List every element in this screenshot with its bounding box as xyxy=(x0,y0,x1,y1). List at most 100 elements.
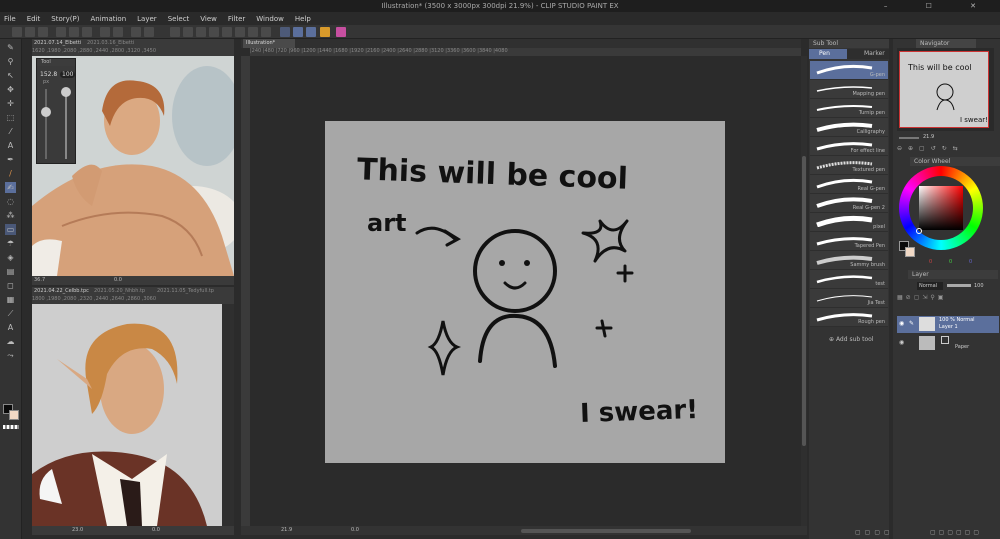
correct-line-icon[interactable]: ⤳ xyxy=(5,350,16,361)
navigator-buttons[interactable]: ⊖⊕▢↺↻⇆ xyxy=(897,145,997,153)
zoom-tool-icon[interactable]: ⚲ xyxy=(5,56,16,67)
snap-ruler-icon[interactable] xyxy=(280,27,290,37)
add-subtool-button[interactable]: ⊕ Add sub tool xyxy=(829,336,873,343)
subtool-item[interactable]: Calligraphy xyxy=(810,118,888,137)
menu-filter[interactable]: Filter xyxy=(228,15,245,23)
canvas-rotation[interactable]: 0.0 xyxy=(351,526,359,535)
saturation-square[interactable] xyxy=(919,186,963,230)
airbrush-icon[interactable]: ◌ xyxy=(5,196,16,207)
ref2-tab-1[interactable]: 2021.04.22_Celbb.tpc xyxy=(34,288,89,294)
canvas-hscroll-thumb[interactable] xyxy=(521,529,691,533)
window-controls[interactable]: – ☐ ✕ xyxy=(884,0,994,12)
brush-icon[interactable]: ✍ xyxy=(5,182,16,193)
move-tool-icon[interactable]: ↖ xyxy=(5,70,16,81)
ref2-tab-3[interactable]: 2021.11.05_Tedyfull.tp xyxy=(157,288,214,294)
selection-tool-icon[interactable]: ⬚ xyxy=(5,112,16,123)
undo-icon[interactable] xyxy=(131,27,141,37)
canvas-vscroll[interactable] xyxy=(801,56,807,526)
figure-icon[interactable]: ◻ xyxy=(5,280,16,291)
text-tool-icon[interactable]: A xyxy=(5,140,16,151)
menu-animation[interactable]: Animation xyxy=(90,15,126,23)
transparent-swatch[interactable] xyxy=(3,425,19,429)
subtool-item[interactable]: Real G-pen xyxy=(810,175,888,194)
menu-layer[interactable]: Layer xyxy=(137,15,157,23)
pencil-icon[interactable]: / xyxy=(5,168,16,179)
menu-view[interactable]: View xyxy=(200,15,217,23)
subtool-item[interactable]: Turnip pen xyxy=(810,99,888,118)
fill-tool-icon[interactable]: ◈ xyxy=(5,252,16,263)
sub-color-chip[interactable] xyxy=(905,247,915,257)
tab-pen[interactable]: Pen xyxy=(809,49,847,59)
subtool-item[interactable]: Jia Test xyxy=(810,289,888,308)
navigator-preview[interactable]: This will be cool I swear! xyxy=(897,48,994,131)
color-picker-handle[interactable] xyxy=(916,228,922,234)
invert-icon[interactable] xyxy=(222,27,232,37)
balloon-icon[interactable]: ☁ xyxy=(5,336,16,347)
eye-icon[interactable]: ◉ xyxy=(899,339,904,346)
navigator-zoom[interactable]: 21.9 xyxy=(923,133,934,142)
color-icon[interactable] xyxy=(320,27,330,37)
frame-icon[interactable]: ▦ xyxy=(5,294,16,305)
save-icon[interactable] xyxy=(38,27,48,37)
pen-tool-icon[interactable]: ✎ xyxy=(5,42,16,53)
subtool-footer-icons[interactable]: ▢▢▢▢ xyxy=(855,529,894,536)
layer-row[interactable]: ◉ Paper xyxy=(897,335,999,352)
size-slider-track[interactable] xyxy=(45,89,47,159)
crop-icon[interactable] xyxy=(235,27,245,37)
pen-lock-icon[interactable]: ✎ xyxy=(909,320,914,327)
layer-opacity-slider[interactable] xyxy=(947,284,971,287)
snap-grid-icon[interactable] xyxy=(306,27,316,37)
pen-icon[interactable]: ✒ xyxy=(5,154,16,165)
ref1-tab-1[interactable]: 2021.07.14_Elbetti xyxy=(34,40,81,46)
ref2-zoom[interactable]: 23.0 xyxy=(72,526,83,535)
deselect-icon[interactable] xyxy=(209,27,219,37)
shrink-icon[interactable] xyxy=(261,27,271,37)
redo-icon[interactable] xyxy=(144,27,154,37)
tab-illustration[interactable]: Illustration* xyxy=(243,39,295,48)
color-wheel[interactable]: 0 0 0 xyxy=(897,166,997,266)
blend-mode-select[interactable]: Normal xyxy=(917,282,943,290)
subtool-item[interactable]: test xyxy=(810,270,888,289)
decoration-icon[interactable]: ⁂ xyxy=(5,210,16,221)
snap-special-icon[interactable] xyxy=(293,27,303,37)
expand-icon[interactable] xyxy=(248,27,258,37)
copy-icon[interactable] xyxy=(56,27,66,37)
menu-help[interactable]: Help xyxy=(295,15,311,23)
subtool-item[interactable]: Rough pen xyxy=(810,308,888,327)
eye-icon[interactable]: ◉ xyxy=(899,320,904,327)
menu-file[interactable]: File xyxy=(4,15,16,23)
eyedropper-icon[interactable]: ⁄ xyxy=(5,126,16,137)
canvas-vscroll-thumb[interactable] xyxy=(802,156,806,446)
opacity-slider-track[interactable] xyxy=(65,89,67,159)
clear-icon[interactable] xyxy=(100,27,110,37)
layer-footer-icons[interactable]: ▢▢▢▢▢▢ xyxy=(930,529,982,536)
fill-icon[interactable] xyxy=(113,27,123,37)
menu-story[interactable]: Story(P) xyxy=(51,15,79,23)
subtool-item[interactable]: For effect line xyxy=(810,137,888,156)
select-all-icon[interactable] xyxy=(196,27,206,37)
subtool-item[interactable]: pixel xyxy=(810,213,888,232)
drawing-canvas[interactable]: This will be cool art I swear! xyxy=(325,121,725,463)
ref1-zoom[interactable]: 36.7 xyxy=(34,276,45,285)
layer-opacity-value[interactable]: 100 xyxy=(974,281,984,291)
layer-row[interactable]: ◉ ✎ 100 % Normal Layer 1 xyxy=(897,316,999,333)
settings-icon[interactable] xyxy=(170,27,180,37)
transform-icon[interactable] xyxy=(183,27,193,37)
new-icon[interactable] xyxy=(12,27,22,37)
menu-select[interactable]: Select xyxy=(168,15,190,23)
tab-marker[interactable]: Marker xyxy=(849,49,887,59)
paste-icon[interactable] xyxy=(69,27,79,37)
subtool-item[interactable]: Real G-pen 2 xyxy=(810,194,888,213)
canvas-viewport[interactable]: This will be cool art I swear! xyxy=(250,56,801,526)
size-slider-thumb[interactable] xyxy=(41,107,51,117)
canvas-zoom[interactable]: 21.9 xyxy=(281,526,292,535)
ref1-tab-2[interactable]: 2021.03.16_Elbetti xyxy=(87,40,134,46)
ruler-icon[interactable]: ⟋ xyxy=(5,308,16,319)
ref2-canvas[interactable] xyxy=(32,304,234,526)
layer-tool-icons[interactable]: ▦⊘▢⇲⚲▣ xyxy=(897,294,999,306)
subtool-item[interactable]: Textured pen xyxy=(810,156,888,175)
subtool-item[interactable]: G-pen xyxy=(810,61,888,80)
text-icon[interactable]: A xyxy=(5,322,16,333)
subtool-item[interactable]: Tapered Pen xyxy=(810,232,888,251)
opacity-slider-thumb[interactable] xyxy=(61,87,71,97)
